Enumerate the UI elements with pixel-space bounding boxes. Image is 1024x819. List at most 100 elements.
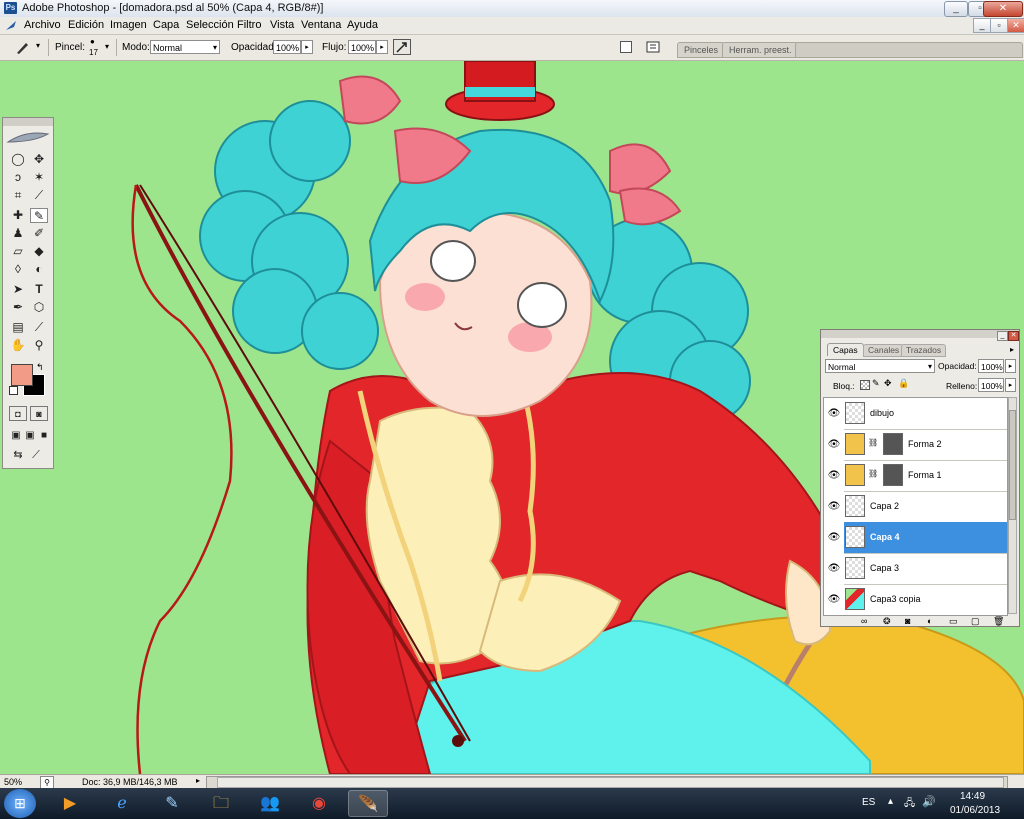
media-player-icon[interactable]: ▶ bbox=[50, 790, 90, 817]
zoom-tool-icon[interactable]: ⚲ bbox=[30, 338, 48, 353]
blur-tool-icon[interactable]: ◊ bbox=[9, 262, 27, 277]
chrome-icon[interactable]: ◉ bbox=[299, 790, 339, 817]
brush-preview-icon[interactable]: ● bbox=[90, 37, 95, 46]
minimize-button[interactable]: _ bbox=[944, 1, 968, 17]
menu-seleccion[interactable]: Selección bbox=[186, 19, 234, 31]
layer-row[interactable]: ⛓ Forma 1 bbox=[844, 460, 1007, 492]
menu-capa[interactable]: Capa bbox=[153, 19, 179, 31]
layer-style-icon[interactable]: ❂ bbox=[883, 616, 891, 627]
tab-tool-presets[interactable]: Herram. preest. bbox=[722, 42, 799, 58]
layers-panel-titlebar[interactable] bbox=[821, 330, 1019, 338]
app-shortcut-icon[interactable]: ✎ bbox=[152, 790, 192, 817]
show-hidden-icons-icon[interactable]: ▴ bbox=[888, 796, 893, 807]
add-mask-icon[interactable]: ◙ bbox=[905, 616, 910, 626]
close-button[interactable]: ✕ bbox=[983, 1, 1023, 17]
flow-slider-arrow-icon[interactable]: ▸ bbox=[376, 40, 388, 54]
shape-tool-icon[interactable]: ⬡ bbox=[30, 300, 48, 315]
foreground-color[interactable] bbox=[11, 364, 33, 386]
jump-to-imageready-icon[interactable]: ⇆ bbox=[9, 448, 27, 463]
dodge-tool-icon[interactable]: ◐ bbox=[30, 262, 48, 277]
layer-row[interactable]: Capa3 copia bbox=[844, 584, 1007, 615]
tab-brushes[interactable]: Pinceles bbox=[677, 42, 726, 58]
tab-paths[interactable]: Trazados bbox=[901, 344, 947, 357]
history-brush-tool-icon[interactable]: ✐ bbox=[30, 226, 48, 241]
brush-picker-arrow-icon[interactable]: ▾ bbox=[105, 42, 109, 51]
layer-row[interactable]: ⛓ Forma 2 bbox=[844, 429, 1007, 461]
clone-stamp-tool-icon[interactable]: ♟ bbox=[9, 226, 27, 241]
language-indicator[interactable]: ES bbox=[862, 797, 875, 808]
panel-close-button[interactable]: ✕ bbox=[1008, 331, 1019, 341]
scrollbar-thumb[interactable] bbox=[217, 777, 1004, 788]
visibility-eye-icon[interactable]: 👁 bbox=[824, 522, 844, 553]
marquee-tool-icon[interactable]: ◯ bbox=[9, 152, 27, 167]
network-icon[interactable]: 🖧 bbox=[904, 796, 915, 813]
layer-row[interactable]: Capa 2 bbox=[844, 491, 1007, 523]
slice-tool-icon[interactable]: ⟋ bbox=[30, 188, 48, 203]
feather-logo-icon[interactable] bbox=[6, 128, 50, 146]
paint-bucket-tool-icon[interactable]: ◆ bbox=[30, 244, 48, 259]
flow-input[interactable]: 100% bbox=[348, 40, 376, 54]
tab-channels[interactable]: Canales bbox=[863, 344, 905, 357]
panel-minimize-button[interactable]: _ bbox=[997, 331, 1008, 341]
standard-mode-icon[interactable]: ◘ bbox=[9, 406, 27, 421]
menu-imagen[interactable]: Imagen bbox=[110, 19, 147, 31]
tool-preset-arrow-icon[interactable]: ▾ bbox=[36, 41, 40, 50]
eyedropper-tool-icon[interactable]: ⟋ bbox=[30, 320, 48, 335]
link-layers-icon[interactable]: ∞ bbox=[861, 616, 867, 626]
clock-time[interactable]: 14:49 bbox=[960, 791, 985, 802]
layers-scrollbar[interactable] bbox=[1008, 397, 1017, 614]
fill-input[interactable]: 100% bbox=[978, 378, 1004, 392]
menu-ayuda[interactable]: Ayuda bbox=[347, 19, 378, 31]
new-layer-icon[interactable]: ▢ bbox=[971, 616, 980, 627]
menu-filtro[interactable]: Filtro bbox=[237, 19, 261, 31]
eraser-tool-icon[interactable]: ▱ bbox=[9, 244, 27, 259]
lock-all-icon[interactable]: 🔒 bbox=[898, 378, 909, 389]
menu-archivo[interactable]: Archivo bbox=[24, 19, 61, 31]
layer-row[interactable]: dibujo bbox=[844, 398, 1007, 430]
opacity-slider-arrow-icon[interactable]: ▸ bbox=[301, 40, 313, 54]
layer-row-selected[interactable]: Capa 4 bbox=[844, 522, 1007, 554]
palette-well-icon[interactable] bbox=[620, 41, 632, 53]
path-selection-tool-icon[interactable]: ➤ bbox=[9, 282, 27, 297]
toolbox-titlebar[interactable] bbox=[3, 118, 53, 126]
screen-mode-full-icon[interactable]: ■ bbox=[35, 428, 53, 443]
visibility-eye-icon[interactable]: 👁 bbox=[824, 460, 844, 491]
clock-date[interactable]: 01/06/2013 bbox=[950, 805, 1000, 816]
lock-transparency-icon[interactable] bbox=[860, 380, 870, 390]
tab-layers[interactable]: Capas bbox=[827, 343, 864, 356]
lock-paint-icon[interactable]: ✎ bbox=[872, 378, 880, 389]
layer-opacity-input[interactable]: 100% bbox=[978, 359, 1004, 373]
visibility-eye-icon[interactable]: 👁 bbox=[824, 584, 844, 615]
move-tool-icon[interactable]: ✥ bbox=[30, 152, 48, 167]
fill-arrow-icon[interactable]: ▸ bbox=[1005, 378, 1016, 392]
magic-wand-tool-icon[interactable]: ✶ bbox=[30, 170, 48, 185]
menu-edicion[interactable]: Edición bbox=[68, 19, 104, 31]
mode-select[interactable]: Normal ▾ bbox=[150, 40, 220, 54]
doc-minimize-button[interactable]: _ bbox=[973, 18, 991, 33]
airbrush-icon[interactable] bbox=[393, 39, 411, 55]
layer-opacity-arrow-icon[interactable]: ▸ bbox=[1005, 359, 1016, 373]
brush-tool-selected-icon[interactable]: ✎ bbox=[30, 208, 48, 223]
type-tool-icon[interactable]: T bbox=[30, 282, 48, 297]
status-menu-arrow-icon[interactable]: ▸ bbox=[193, 776, 203, 787]
pen-tool-icon[interactable]: ✒ bbox=[9, 300, 27, 315]
crop-tool-icon[interactable]: ⌗ bbox=[9, 188, 27, 203]
opacity-input[interactable]: 100% bbox=[273, 40, 301, 54]
internet-explorer-icon[interactable]: ℯ bbox=[102, 790, 142, 817]
visibility-eye-icon[interactable]: 👁 bbox=[824, 553, 844, 584]
scrollbar-thumb[interactable] bbox=[1009, 410, 1016, 520]
menu-vista[interactable]: Vista bbox=[270, 19, 294, 31]
doc-restore-button[interactable]: ▫ bbox=[990, 18, 1008, 33]
zoom-level[interactable]: 50% bbox=[4, 777, 22, 787]
file-browser-icon[interactable] bbox=[645, 39, 663, 55]
hand-tool-icon[interactable]: ✋ bbox=[9, 338, 27, 353]
photoshop-feather-icon[interactable] bbox=[4, 19, 18, 32]
visibility-eye-icon[interactable]: 👁 bbox=[824, 491, 844, 522]
blend-mode-select[interactable]: Normal ▾ bbox=[825, 359, 935, 373]
quick-mask-mode-icon[interactable]: ◙ bbox=[30, 406, 48, 421]
visibility-eye-icon[interactable]: 👁 bbox=[824, 429, 844, 460]
start-button-icon[interactable]: ⊞ bbox=[4, 789, 36, 818]
file-explorer-icon[interactable]: 🗀 bbox=[201, 790, 241, 817]
layer-row[interactable]: Capa 3 bbox=[844, 553, 1007, 585]
brush-tool-icon[interactable] bbox=[14, 40, 30, 55]
